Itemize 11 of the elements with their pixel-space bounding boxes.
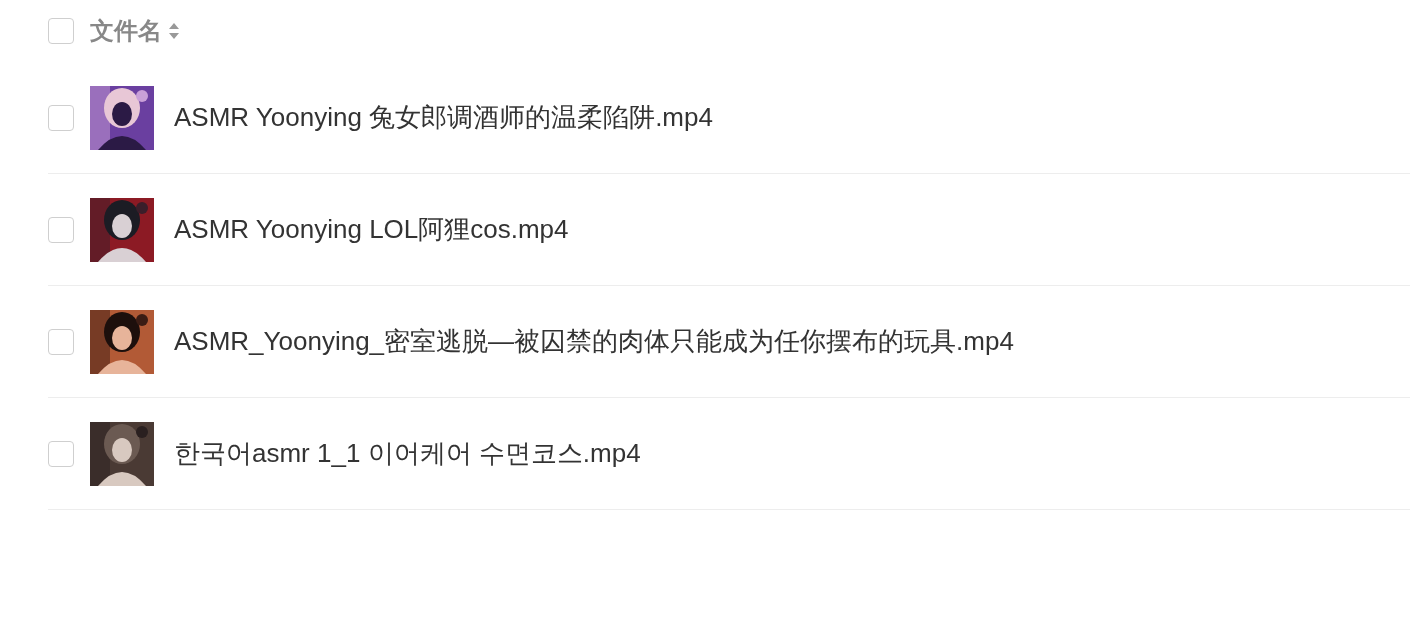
file-name[interactable]: ASMR_Yoonying_密室逃脱—被囚禁的肉体只能成为任你摆布的玩具.mp4 bbox=[174, 324, 1014, 359]
checkbox[interactable] bbox=[48, 328, 74, 355]
file-name[interactable]: ASMR Yoonying LOL阿狸cos.mp4 bbox=[174, 212, 569, 247]
file-name[interactable]: ASMR Yoonying 兔女郎调酒师的温柔陷阱.mp4 bbox=[174, 100, 713, 135]
sort-icon[interactable] bbox=[168, 21, 180, 41]
column-header[interactable]: 文件名 bbox=[90, 15, 162, 47]
checkbox[interactable] bbox=[48, 104, 74, 131]
checkbox[interactable] bbox=[48, 216, 74, 243]
file-name[interactable]: 한국어asmr 1_1 이어케어 수면코스.mp4 bbox=[174, 436, 641, 471]
checkbox[interactable] bbox=[48, 18, 74, 44]
checkbox[interactable] bbox=[48, 440, 74, 467]
